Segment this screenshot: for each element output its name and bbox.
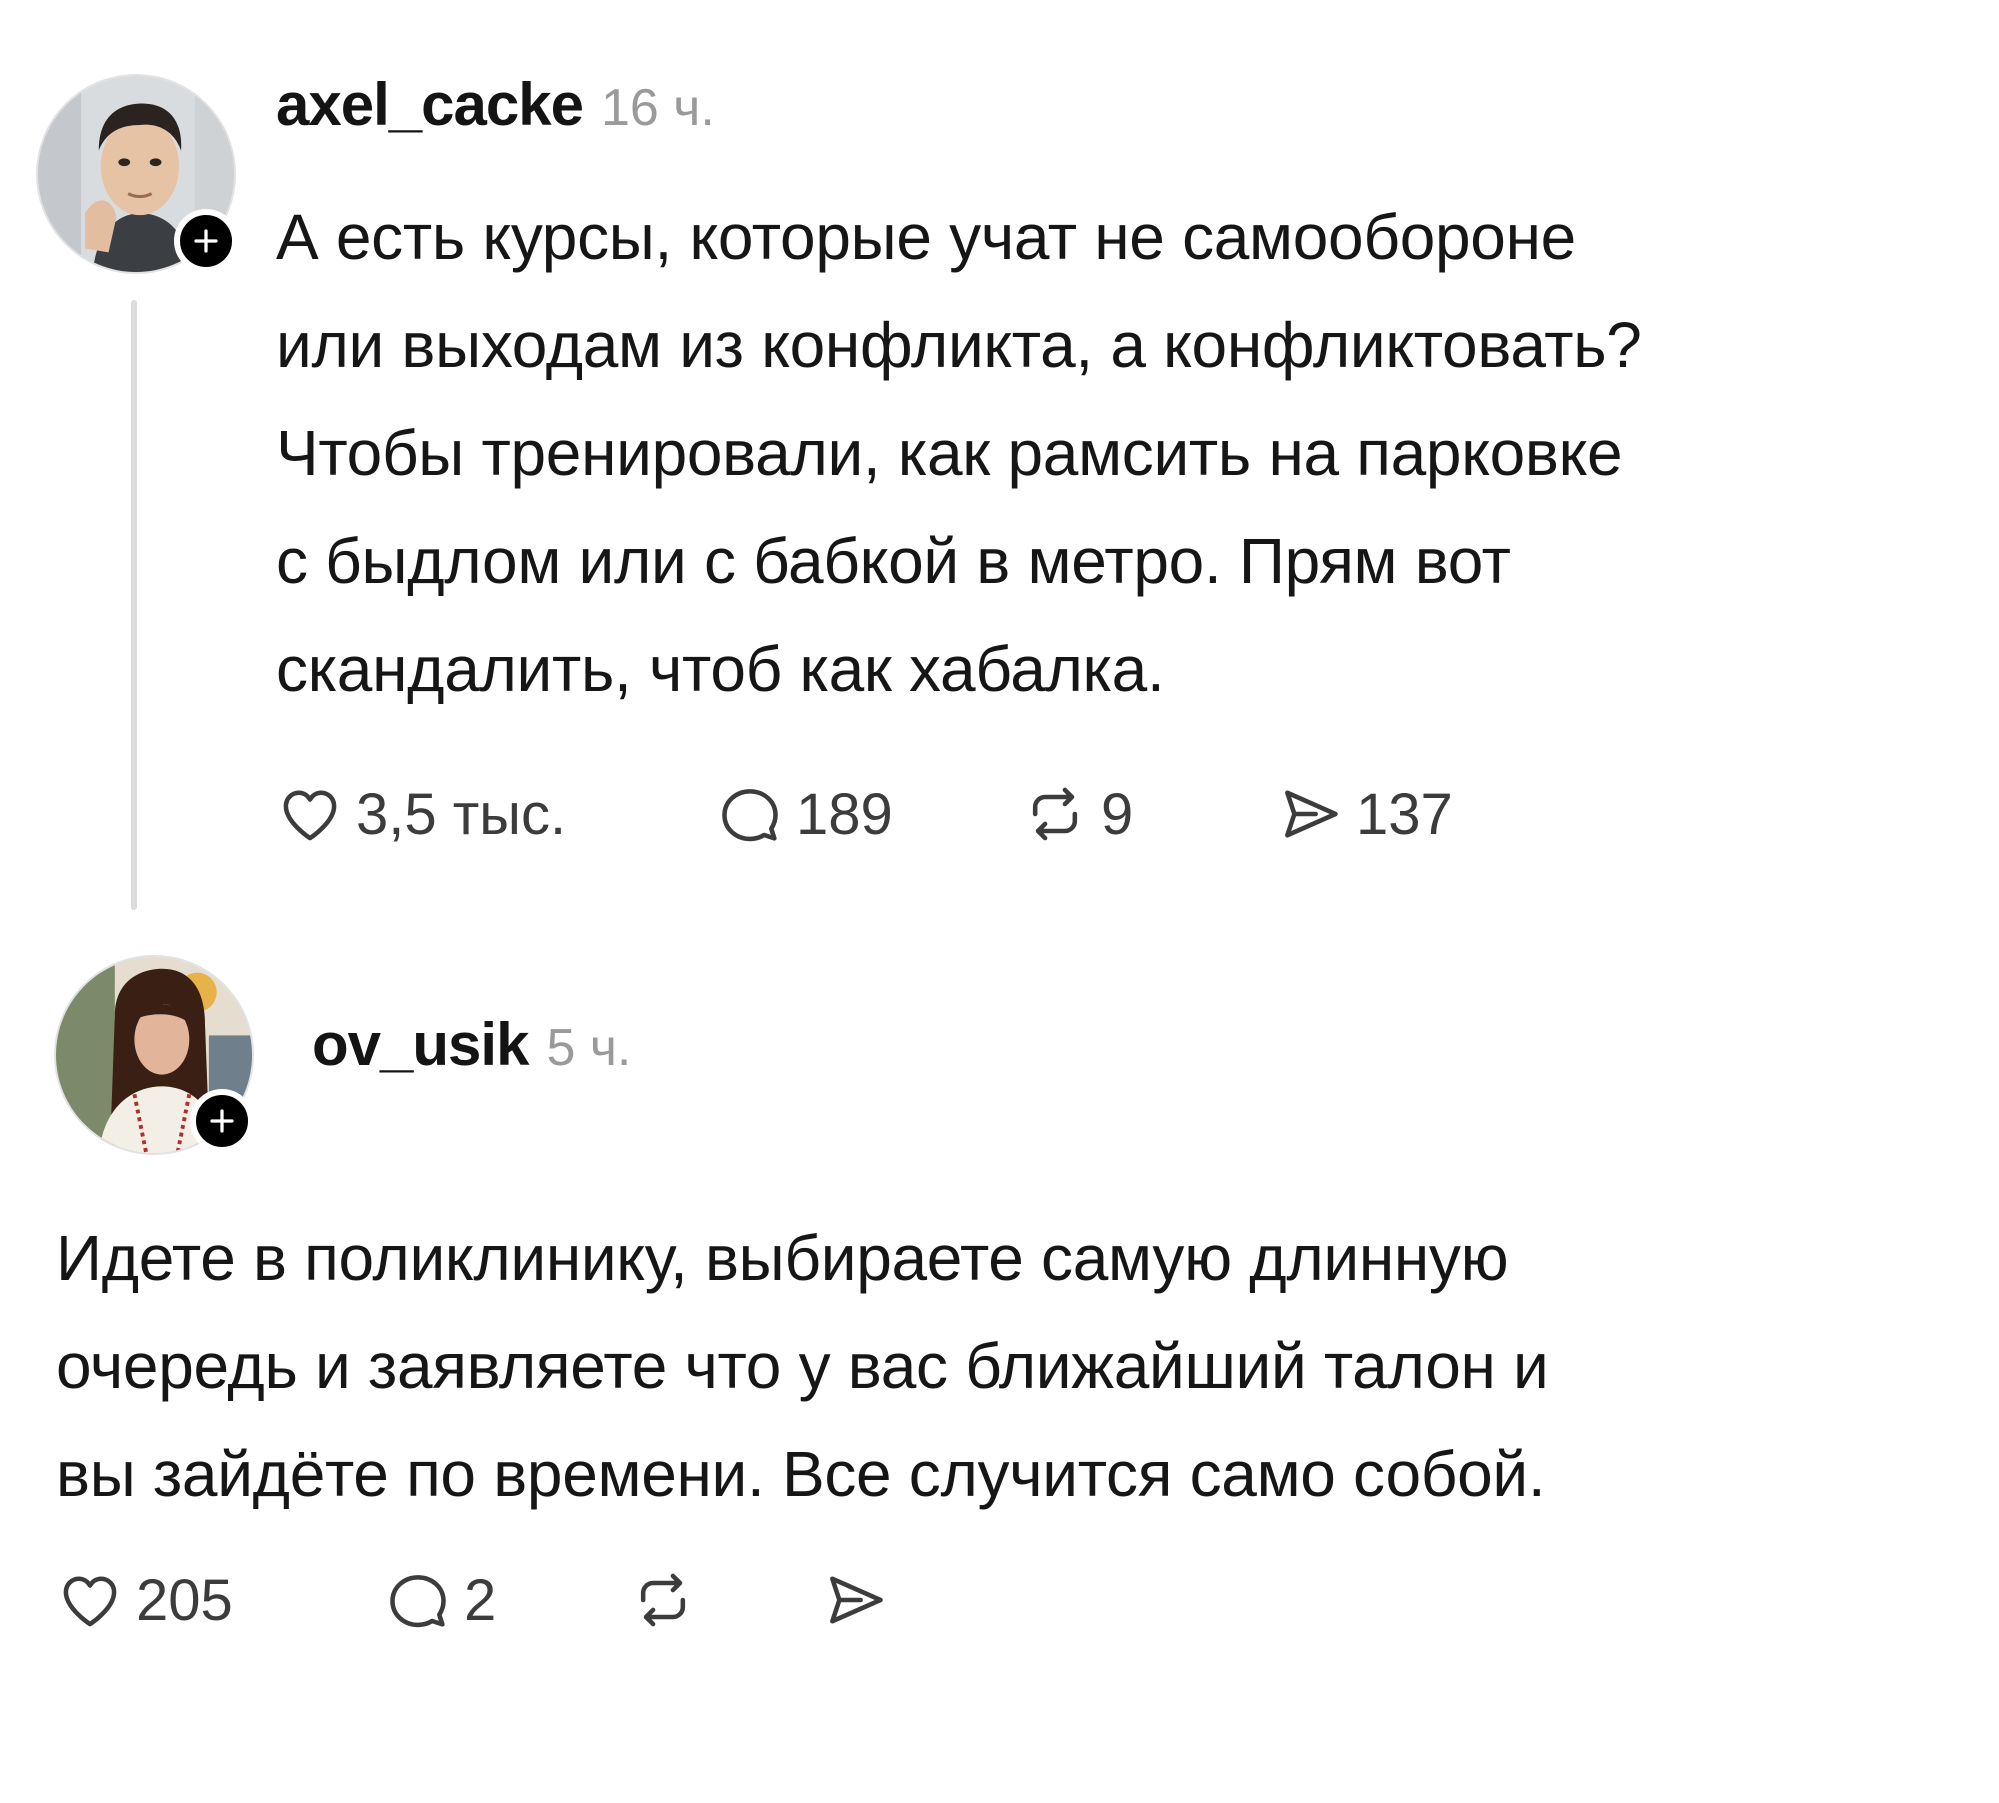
heart-icon xyxy=(63,1576,117,1627)
comment-icon xyxy=(390,1575,446,1628)
username[interactable]: ov_usik xyxy=(312,1010,529,1079)
repost-icon xyxy=(640,1573,686,1627)
like-count: 205 xyxy=(136,1567,233,1633)
like-count: 3,5 тыс. xyxy=(356,781,567,847)
like-button[interactable]: 205 xyxy=(56,1566,384,1634)
share-button[interactable]: 137 xyxy=(1276,780,1453,848)
comment-icon xyxy=(722,789,778,842)
follow-button[interactable] xyxy=(174,209,238,273)
repost-count: 9 xyxy=(1101,781,1134,847)
send-icon xyxy=(1285,790,1338,838)
reply-button[interactable]: 189 xyxy=(716,780,1021,848)
post-text: Идете в поликлинику, выбираете самую дли… xyxy=(56,1222,1549,1510)
timestamp: 16 ч. xyxy=(601,79,715,137)
username[interactable]: axel_cacke xyxy=(276,70,584,139)
post-header: axel_cacke 16 ч. xyxy=(276,70,715,139)
share-button[interactable] xyxy=(821,1566,901,1634)
heart-icon xyxy=(283,790,337,841)
timestamp: 5 ч. xyxy=(546,1019,632,1077)
send-icon xyxy=(830,1576,883,1624)
action-bar: 3,5 тыс. 189 9 137 xyxy=(276,780,1453,848)
plus-icon xyxy=(210,1109,234,1133)
reply-count: 2 xyxy=(464,1567,497,1633)
reply-button[interactable]: 2 xyxy=(384,1566,629,1634)
reply-count: 189 xyxy=(796,781,893,847)
follow-button[interactable] xyxy=(190,1089,254,1153)
like-button[interactable]: 3,5 тыс. xyxy=(276,780,716,848)
action-bar: 205 2 xyxy=(56,1566,901,1634)
repost-button[interactable]: 9 xyxy=(1021,780,1276,848)
thread-line xyxy=(131,300,137,910)
post-text: А есть курсы, которые учат не самооборон… xyxy=(276,201,1642,705)
post-header: ov_usik 5 ч. xyxy=(312,1010,631,1079)
plus-icon xyxy=(194,229,218,253)
share-count: 137 xyxy=(1356,781,1453,847)
repost-icon xyxy=(1032,787,1078,841)
repost-button[interactable] xyxy=(629,1566,821,1634)
